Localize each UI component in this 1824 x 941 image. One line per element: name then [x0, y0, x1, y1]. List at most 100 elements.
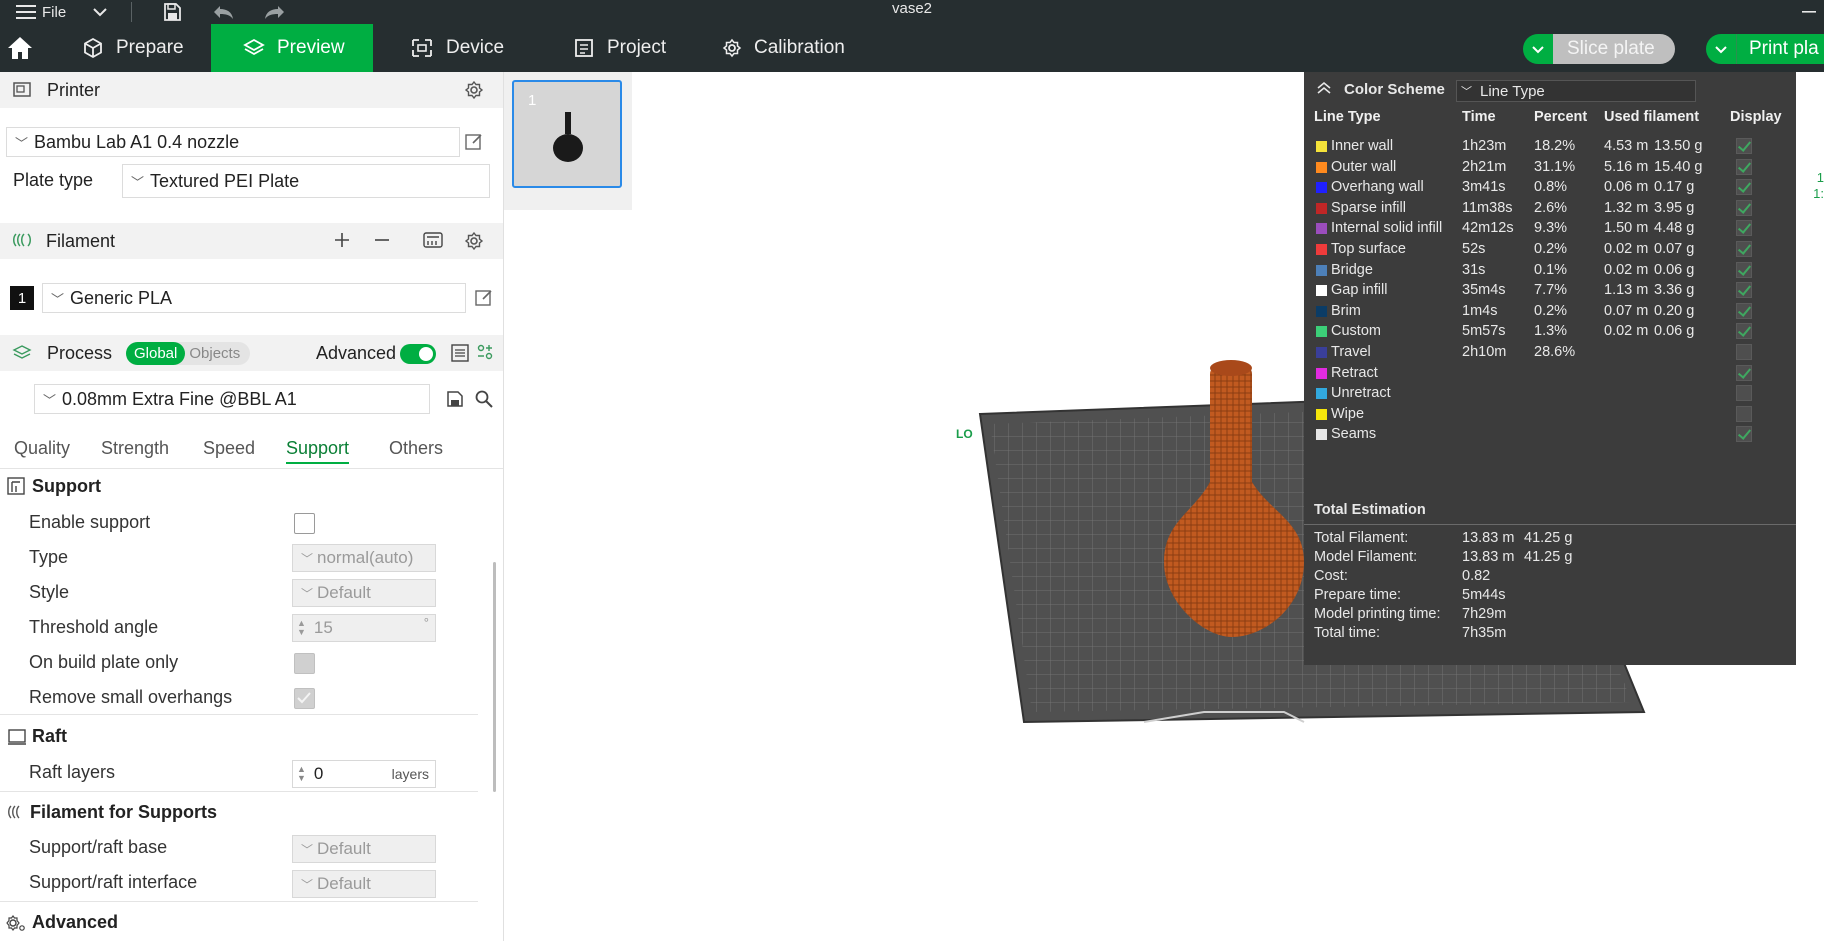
chevron-down-icon: ﹀	[131, 174, 145, 190]
printer-settings-button[interactable]	[464, 80, 484, 105]
tab-speed[interactable]: Speed	[203, 438, 255, 459]
filament-slot-badge[interactable]: 1	[10, 286, 34, 310]
col-used-filament: Used filament	[1604, 109, 1700, 125]
filament-supports-icon	[7, 803, 27, 826]
ruler-label-top: 1	[1816, 170, 1824, 185]
toggle-objects[interactable]: Objects	[185, 342, 244, 365]
search-settings-button[interactable]	[474, 389, 494, 414]
support-style-select[interactable]: ﹀ Default	[292, 579, 436, 607]
display-checkbox[interactable]	[1736, 158, 1752, 175]
tab-project[interactable]: Project	[573, 24, 666, 72]
display-checkbox[interactable]	[1736, 302, 1752, 319]
process-tabs: Quality Strength Speed Support Others	[0, 438, 503, 468]
support-group-icon	[6, 476, 26, 501]
legend-row: Seams	[1304, 422, 1796, 446]
support-style-value: Default	[317, 583, 371, 602]
threshold-angle-unit: °	[423, 615, 429, 630]
display-checkbox[interactable]	[1736, 220, 1752, 237]
collapse-legend-button[interactable]	[1316, 81, 1332, 99]
tab-support[interactable]: Support	[286, 438, 350, 464]
threshold-angle-label: Threshold angle	[29, 617, 159, 637]
total-estimation-title: Total Estimation	[1314, 502, 1426, 518]
edit-printer-button[interactable]	[464, 132, 484, 152]
tab-others[interactable]: Others	[389, 438, 443, 459]
threshold-angle-input[interactable]: ▲ ▼ 15 °	[292, 614, 436, 642]
support-style-label: Style	[29, 582, 70, 602]
compare-icon	[477, 344, 493, 360]
printer-section-header: Printer	[0, 72, 503, 108]
gear-icon	[464, 80, 484, 100]
filament-name: Generic PLA	[70, 287, 173, 308]
chevron-down-icon: ﹀	[43, 392, 57, 408]
save-profile-button[interactable]	[446, 390, 464, 413]
display-checkbox[interactable]	[1736, 364, 1752, 381]
remove-filament-button[interactable]	[372, 230, 392, 255]
chevron-down-icon	[1532, 45, 1544, 53]
plate-type-select[interactable]: ﹀ Textured PEI Plate	[122, 164, 490, 198]
print-plate-button[interactable]: Print pla	[1736, 34, 1824, 64]
list-icon	[451, 344, 469, 362]
display-checkbox[interactable]	[1736, 282, 1752, 299]
gear-icon	[722, 38, 742, 58]
tab-calibration[interactable]: Calibration	[722, 24, 845, 72]
display-checkbox[interactable]	[1736, 344, 1752, 360]
filament-settings-button[interactable]	[464, 231, 484, 256]
color-scheme-select[interactable]: ﹀ Line Type	[1456, 80, 1696, 102]
tab-prepare[interactable]: Prepare	[80, 24, 186, 72]
tab-quality[interactable]: Quality	[14, 438, 70, 459]
tab-device[interactable]: Device	[410, 24, 504, 72]
support-interface-value: Default	[317, 874, 371, 893]
compare-button[interactable]	[476, 343, 494, 366]
tab-device-label: Device	[446, 37, 505, 58]
display-checkbox[interactable]	[1736, 426, 1752, 443]
build-plate-only-checkbox[interactable]	[294, 653, 315, 674]
process-profile-select[interactable]: ﹀ 0.08mm Extra Fine @BBL A1	[34, 384, 430, 414]
support-interface-select[interactable]: ﹀ Default	[292, 870, 436, 898]
remove-small-overhangs-checkbox[interactable]	[294, 688, 315, 709]
slice-dropdown-button[interactable]	[1523, 34, 1553, 64]
color-scheme-legend: Color Scheme ﹀ Line Type Line Type Time …	[1304, 72, 1796, 665]
tab-preview[interactable]: Preview	[211, 24, 373, 72]
raft-layers-unit: layers	[391, 766, 429, 782]
list-view-button[interactable]	[450, 343, 470, 368]
support-base-select[interactable]: ﹀ Default	[292, 835, 436, 863]
title-bar: File vase2	[0, 0, 1824, 24]
process-section-header: Process Global Objects Advanced	[0, 335, 503, 371]
printer-select[interactable]: ﹀ Bambu Lab A1 0.4 nozzle	[6, 127, 460, 157]
plate-type-value: Textured PEI Plate	[150, 170, 300, 191]
color-swatch	[1316, 347, 1327, 358]
display-checkbox[interactable]	[1736, 179, 1752, 196]
enable-support-checkbox[interactable]	[294, 513, 315, 534]
print-dropdown-button[interactable]	[1706, 34, 1736, 64]
minus-icon	[375, 239, 389, 241]
slice-plate-button[interactable]: Slice plate	[1553, 34, 1675, 64]
layers-icon	[243, 37, 265, 59]
display-checkbox[interactable]	[1736, 385, 1752, 402]
chevron-down-icon	[1715, 45, 1727, 53]
display-checkbox[interactable]	[1736, 199, 1752, 216]
advanced-toggle[interactable]	[400, 344, 436, 364]
display-checkbox[interactable]	[1736, 138, 1752, 154]
display-checkbox[interactable]	[1736, 261, 1752, 278]
support-type-select[interactable]: ﹀ normal(auto)	[292, 544, 436, 572]
home-button[interactable]	[6, 24, 42, 72]
add-filament-button[interactable]	[332, 230, 352, 255]
sidebar-scrollbar[interactable]	[493, 562, 496, 792]
color-swatch	[1316, 367, 1327, 379]
printer-icon	[12, 80, 32, 105]
minimize-button[interactable]	[1800, 0, 1818, 24]
edit-filament-button[interactable]	[474, 288, 494, 308]
raft-layers-input[interactable]: ▲ ▼ 0 layers	[292, 760, 436, 788]
display-checkbox[interactable]	[1736, 405, 1752, 422]
edit-icon	[475, 290, 492, 306]
filament-select[interactable]: ﹀ Generic PLA	[42, 283, 466, 313]
spinner-arrows-icon[interactable]: ▲ ▼	[297, 619, 306, 637]
display-checkbox[interactable]	[1736, 323, 1752, 340]
tab-strength[interactable]: Strength	[101, 438, 169, 459]
raft-layers-value: 0	[313, 764, 324, 783]
toggle-global[interactable]: Global	[126, 342, 186, 365]
spinner-arrows-icon[interactable]: ▲ ▼	[297, 765, 306, 783]
tabs-divider	[0, 468, 503, 469]
display-checkbox[interactable]	[1736, 241, 1752, 257]
sync-ams-button[interactable]	[422, 230, 444, 255]
